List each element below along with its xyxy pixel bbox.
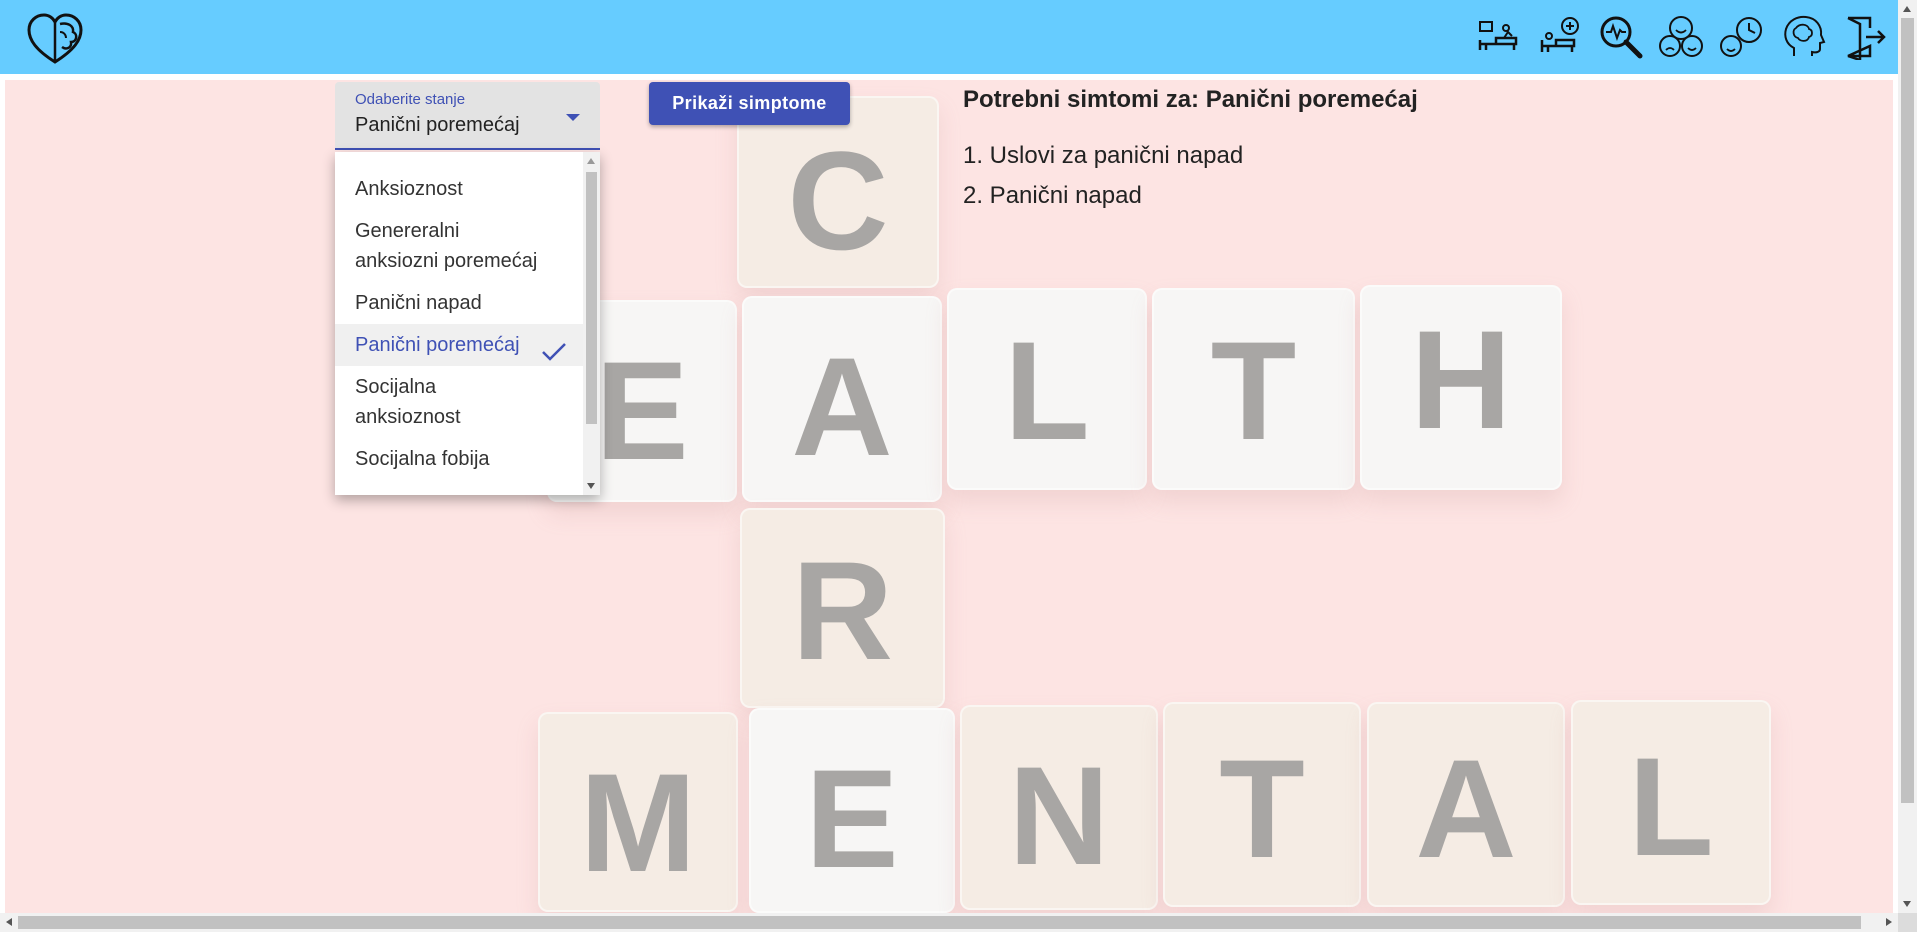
page-horizontal-scrollbar[interactable] — [0, 913, 1898, 932]
scroll-right-arrow-icon[interactable] — [1886, 918, 1892, 926]
block-letter: A — [1415, 730, 1517, 887]
mental-head-icon[interactable] — [1780, 14, 1826, 60]
dropdown-scroll-thumb[interactable] — [586, 172, 597, 424]
symptoms-list: 1. Uslovi za panični napad 2. Panični na… — [963, 136, 1243, 216]
logout-icon[interactable] — [1842, 14, 1888, 60]
symptom-item: 1. Uslovi za panični napad — [963, 142, 1244, 169]
block-letter: E — [805, 740, 899, 897]
dropdown-option-label: Panični poremećaj — [355, 334, 520, 356]
block-letter: T — [1210, 312, 1297, 469]
block-letter: N — [1008, 737, 1110, 894]
block-letter: H — [1410, 301, 1512, 458]
scroll-up-arrow-icon[interactable] — [587, 158, 595, 164]
block-r: R — [740, 508, 945, 708]
condition-select-value: Panični poremećaj — [355, 114, 520, 136]
condition-select-label: Odaberite stanje — [355, 91, 466, 108]
block-m: M — [538, 712, 738, 912]
block-letter: A — [791, 328, 893, 485]
condition-dropdown-panel: Anksioznost Genereralni anksiozni poreme… — [335, 152, 600, 495]
history-icon[interactable] — [1718, 14, 1764, 60]
block-a2: A — [1367, 702, 1565, 907]
scroll-down-arrow-icon[interactable] — [1903, 901, 1911, 907]
block-letter: L — [1628, 728, 1714, 885]
add-patient-icon[interactable] — [1538, 14, 1584, 60]
block-a: A — [742, 296, 942, 502]
background-image: C E A L T H R M E N T A L — [5, 80, 1893, 913]
block-t2: T — [1163, 702, 1361, 907]
block-letter: C — [787, 122, 889, 279]
show-symptoms-button[interactable]: Prikaži simptome — [649, 82, 850, 125]
scrollbar-corner — [1898, 913, 1917, 932]
diagnosis-search-icon[interactable] — [1598, 14, 1644, 60]
dropdown-option[interactable]: Anksioznost — [335, 168, 583, 210]
dropdown-option[interactable]: Socijalna anksioznost — [335, 366, 583, 438]
block-letter: R — [791, 532, 894, 689]
dropdown-options-list: Anksioznost Genereralni anksiozni poreme… — [335, 168, 583, 480]
scroll-up-arrow-icon[interactable] — [1903, 6, 1911, 12]
checkmark-icon — [542, 343, 566, 361]
block-letter: L — [1004, 312, 1090, 469]
vertical-scroll-thumb[interactable] — [1901, 18, 1914, 803]
scroll-down-arrow-icon[interactable] — [587, 483, 595, 489]
condition-select[interactable]: Odaberite stanje Panični poremećaj — [335, 82, 600, 150]
scroll-left-arrow-icon[interactable] — [6, 918, 12, 926]
dropdown-option[interactable]: Panični napad — [335, 282, 583, 324]
dropdown-arrow-icon[interactable] — [566, 114, 580, 121]
block-letter: M — [579, 744, 697, 901]
block-letter: T — [1219, 730, 1305, 887]
block-e2: E — [749, 708, 955, 913]
horizontal-scroll-thumb[interactable] — [18, 916, 1861, 929]
mood-faces-icon[interactable] — [1658, 14, 1704, 60]
therapy-couch-icon[interactable] — [1476, 14, 1522, 60]
symptoms-title: Potrebni simtomi za: Panični poremećaj — [963, 86, 1418, 113]
brain-heart-icon[interactable] — [26, 12, 84, 66]
block-t: T — [1152, 288, 1355, 490]
block-l2: L — [1571, 700, 1771, 905]
main-content: C E A L T H R M E N T A L — [5, 80, 1893, 913]
top-navbar — [0, 0, 1898, 74]
dropdown-scrollbar[interactable] — [583, 152, 600, 495]
block-n: N — [960, 705, 1158, 910]
symptom-item: 2. Panični napad — [963, 182, 1142, 209]
page-vertical-scrollbar[interactable] — [1898, 0, 1917, 913]
dropdown-option[interactable]: Socijalna fobija — [335, 438, 583, 480]
dropdown-option[interactable]: Genereralni anksiozni poremećaj — [335, 210, 583, 282]
dropdown-option-selected[interactable]: Panični poremećaj — [335, 324, 583, 366]
block-h: H — [1360, 285, 1562, 490]
block-l: L — [947, 288, 1147, 490]
